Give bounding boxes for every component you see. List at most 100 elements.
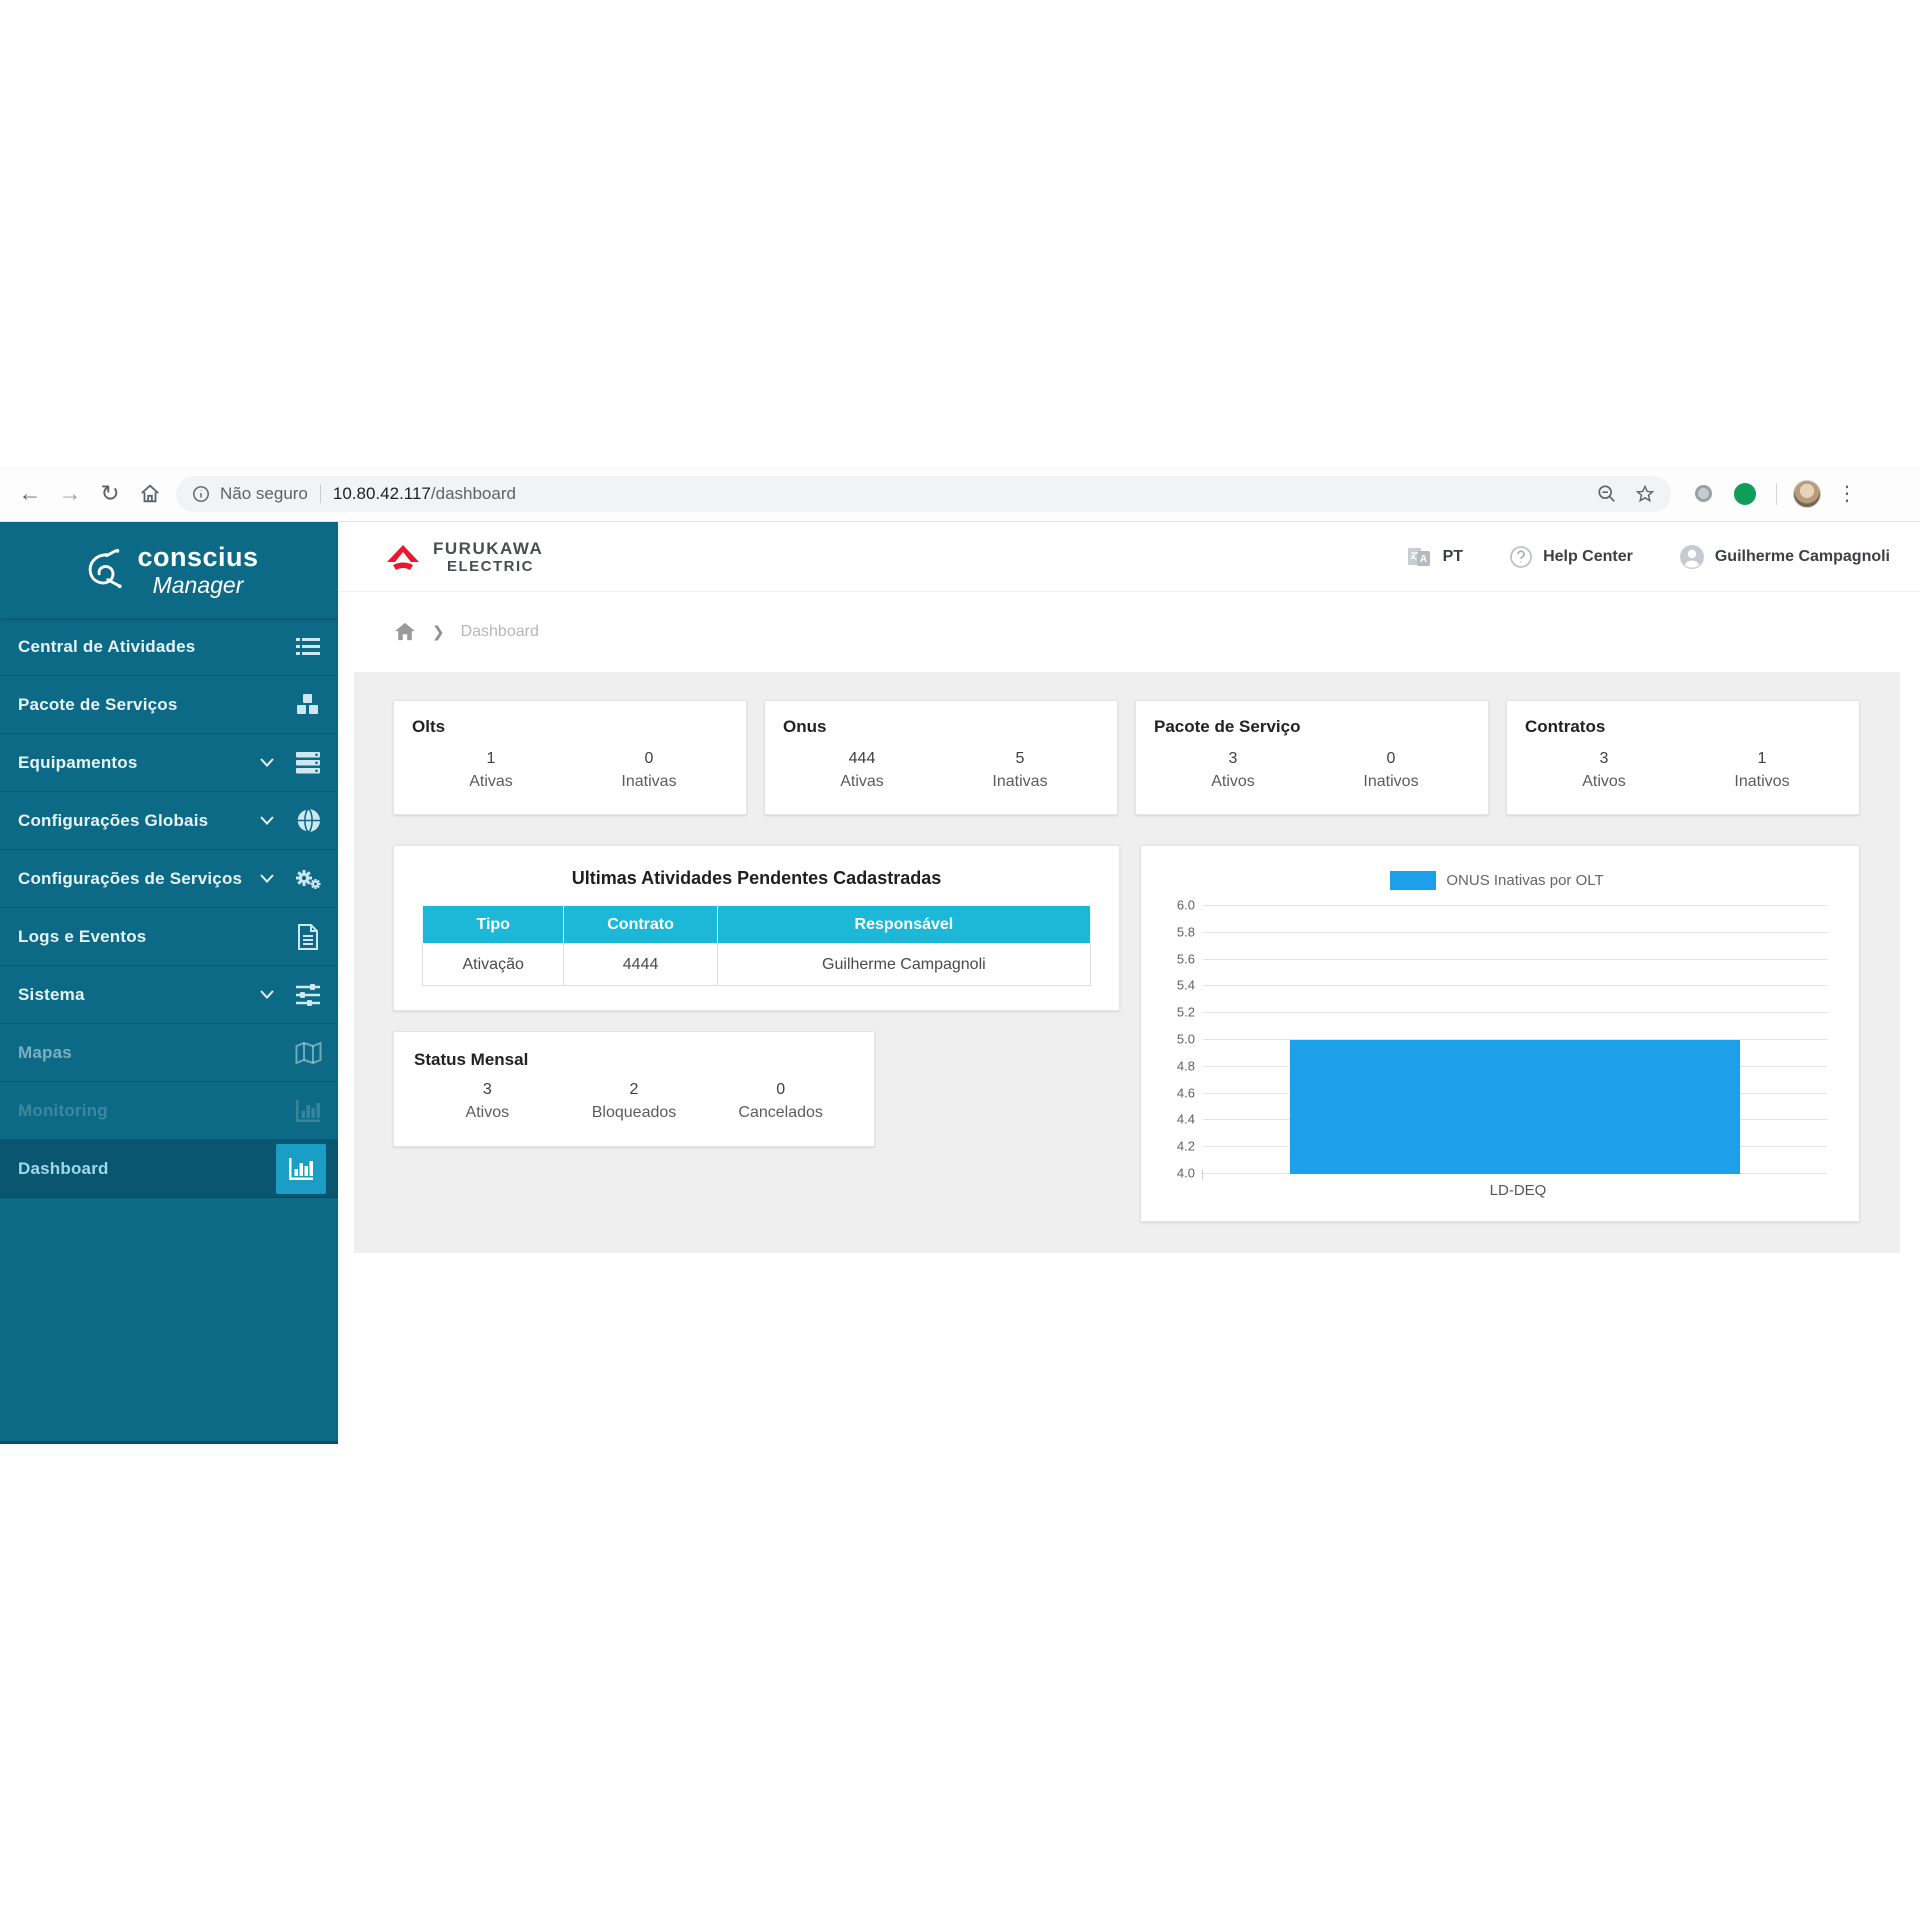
y-tick-label: 4.2 — [1177, 1139, 1195, 1154]
zoom-out-icon[interactable] — [1597, 484, 1617, 504]
sidebar-item-label: Central de Atividades — [18, 637, 195, 657]
forward-icon[interactable]: → — [50, 474, 90, 514]
furukawa-mark-icon — [383, 542, 423, 572]
back-icon[interactable]: ← — [10, 474, 50, 514]
status-label: Cancelados — [707, 1101, 854, 1124]
sidebar-item-label: Logs e Eventos — [18, 927, 146, 947]
breadcrumb-home-icon[interactable] — [394, 622, 416, 642]
reload-icon[interactable]: ↻ — [90, 474, 130, 514]
sidebar-item-label: Pacote de Serviços — [18, 695, 178, 715]
chevron-down-icon — [260, 990, 274, 999]
sidebar: conscius Manager Central de Atividades P… — [0, 522, 338, 1444]
help-label: Help Center — [1543, 548, 1633, 566]
status-label: Bloqueados — [561, 1101, 708, 1124]
svg-text:A: A — [1419, 554, 1426, 565]
table-header-cell: Contrato — [564, 906, 717, 944]
extension-icon[interactable] — [1695, 485, 1712, 502]
sidebar-item-equipamentos[interactable]: Equipamentos — [0, 734, 338, 792]
translate-icon: A — [1407, 545, 1433, 569]
breadcrumb-current: Dashboard — [461, 623, 539, 641]
sidebar-item-label: Mapas — [18, 1043, 72, 1063]
sidebar-item-central-de-atividades[interactable]: Central de Atividades — [0, 618, 338, 676]
table-cell: Ativação — [423, 944, 564, 986]
map-icon — [288, 1033, 328, 1073]
info-icon[interactable] — [192, 485, 210, 503]
stat-card-title: Onus — [783, 717, 1099, 737]
help-center[interactable]: Help Center — [1509, 545, 1633, 569]
table-row[interactable]: Ativação4444Guilherme Campagnoli — [423, 944, 1091, 986]
status-value: 0 — [707, 1078, 854, 1101]
table-cell: 4444 — [564, 944, 717, 986]
logo-line2: Manager — [137, 574, 258, 597]
stat-label: Inativos — [1312, 770, 1470, 793]
sidebar-item-configura-es-globais[interactable]: Configurações Globais — [0, 792, 338, 850]
sidebar-item-monitoring[interactable]: Monitoring — [0, 1082, 338, 1140]
sidebar-item-label: Equipamentos — [18, 753, 138, 773]
sidebar-item-dashboard[interactable]: Dashboard — [0, 1140, 338, 1198]
stat-col: 3Ativos — [1154, 747, 1312, 793]
browser-profile-avatar[interactable] — [1793, 480, 1821, 508]
stat-card: Onus 444Ativas5Inativas — [764, 700, 1118, 815]
y-tick-label: 6.0 — [1177, 898, 1195, 913]
chart-icon — [288, 1091, 328, 1131]
chevron-down-icon — [260, 816, 274, 825]
stat-label: Ativos — [1525, 770, 1683, 793]
sidebar-item-label: Configurações de Serviços — [18, 869, 242, 889]
sidebar-item-label: Configurações Globais — [18, 811, 208, 831]
language-label: PT — [1443, 548, 1463, 566]
stat-label: Inativos — [1683, 770, 1841, 793]
stat-card: Pacote de Serviço 3Ativos0Inativos — [1135, 700, 1489, 815]
stat-col: 444Ativas — [783, 747, 941, 793]
status-col: 3Ativos — [414, 1078, 561, 1124]
chevron-down-icon — [260, 874, 274, 883]
table-cell: Guilherme Campagnoli — [717, 944, 1090, 986]
sidebar-item-label: Dashboard — [18, 1159, 109, 1179]
stat-col: 0Inativos — [1312, 747, 1470, 793]
sidebar-item-logs-e-eventos[interactable]: Logs e Eventos — [0, 908, 338, 966]
url-bar[interactable]: Não seguro 10.80.42.117/dashboard — [176, 476, 1671, 512]
stat-col: 0Inativas — [570, 747, 728, 793]
status-mensal-card: Status Mensal 3Ativos2Bloqueados0Cancela… — [393, 1031, 875, 1147]
stat-value: 3 — [1525, 747, 1683, 770]
sidebar-item-configura-es-de-servi-os[interactable]: Configurações de Serviços — [0, 850, 338, 908]
hangouts-extension-icon[interactable] — [1734, 483, 1756, 505]
browser-window: ← → ↻ Não seguro 10.80.42.117/dashboard — [0, 466, 1920, 1450]
url-path: /dashboard — [431, 484, 516, 504]
user-name: Guilherme Campagnoli — [1715, 548, 1890, 566]
bookmark-star-icon[interactable] — [1635, 484, 1655, 504]
gridline: 5.6 — [1203, 959, 1827, 960]
y-tick-label: 4.6 — [1177, 1085, 1195, 1100]
sidebar-item-pacote-de-servi-os[interactable]: Pacote de Serviços — [0, 676, 338, 734]
language-selector[interactable]: A PT — [1407, 545, 1463, 569]
stat-value: 1 — [412, 747, 570, 770]
browser-menu-icon[interactable]: ⋮ — [1837, 481, 1857, 506]
gridline: 6.0 — [1203, 905, 1827, 906]
home-icon[interactable] — [130, 474, 170, 514]
sidebar-item-sistema[interactable]: Sistema — [0, 966, 338, 1024]
question-circle-icon — [1509, 545, 1533, 569]
user-menu[interactable]: Guilherme Campagnoli — [1679, 544, 1890, 570]
y-tick-label: 4.8 — [1177, 1058, 1195, 1073]
stat-cards-row: Olts 1Ativas0Inativas Onus 444Ativas5Ina… — [393, 700, 1860, 815]
stat-card-title: Olts — [412, 717, 728, 737]
gridline: 5.2 — [1203, 1012, 1827, 1013]
onus-chart-card: ONUS Inativas por OLT 4.04.24.44.64.85.0… — [1140, 845, 1860, 1222]
chevron-down-icon — [260, 758, 274, 767]
furukawa-logo: FURUKAWA ELECTRIC — [383, 540, 543, 574]
stat-label: Inativas — [570, 770, 728, 793]
stat-label: Ativas — [412, 770, 570, 793]
logo-line1: conscius — [137, 544, 258, 571]
brand-line2: ELECTRIC — [433, 559, 543, 574]
security-label[interactable]: Não seguro — [220, 484, 308, 504]
stat-col: 1Inativos — [1683, 747, 1841, 793]
breadcrumb: ❯ Dashboard — [338, 592, 1920, 672]
stat-label: Ativos — [1154, 770, 1312, 793]
y-tick-label: 5.6 — [1177, 951, 1195, 966]
sidebar-item-mapas[interactable]: Mapas — [0, 1024, 338, 1082]
y-tick-label: 4.4 — [1177, 1112, 1195, 1127]
x-axis-label: LD-DEQ — [1161, 1182, 1833, 1199]
user-circle-icon — [1679, 544, 1705, 570]
activities-title: Ultimas Atividades Pendentes Cadastradas — [422, 868, 1091, 889]
y-tick-label: 5.8 — [1177, 924, 1195, 939]
stat-label: Inativas — [941, 770, 1099, 793]
